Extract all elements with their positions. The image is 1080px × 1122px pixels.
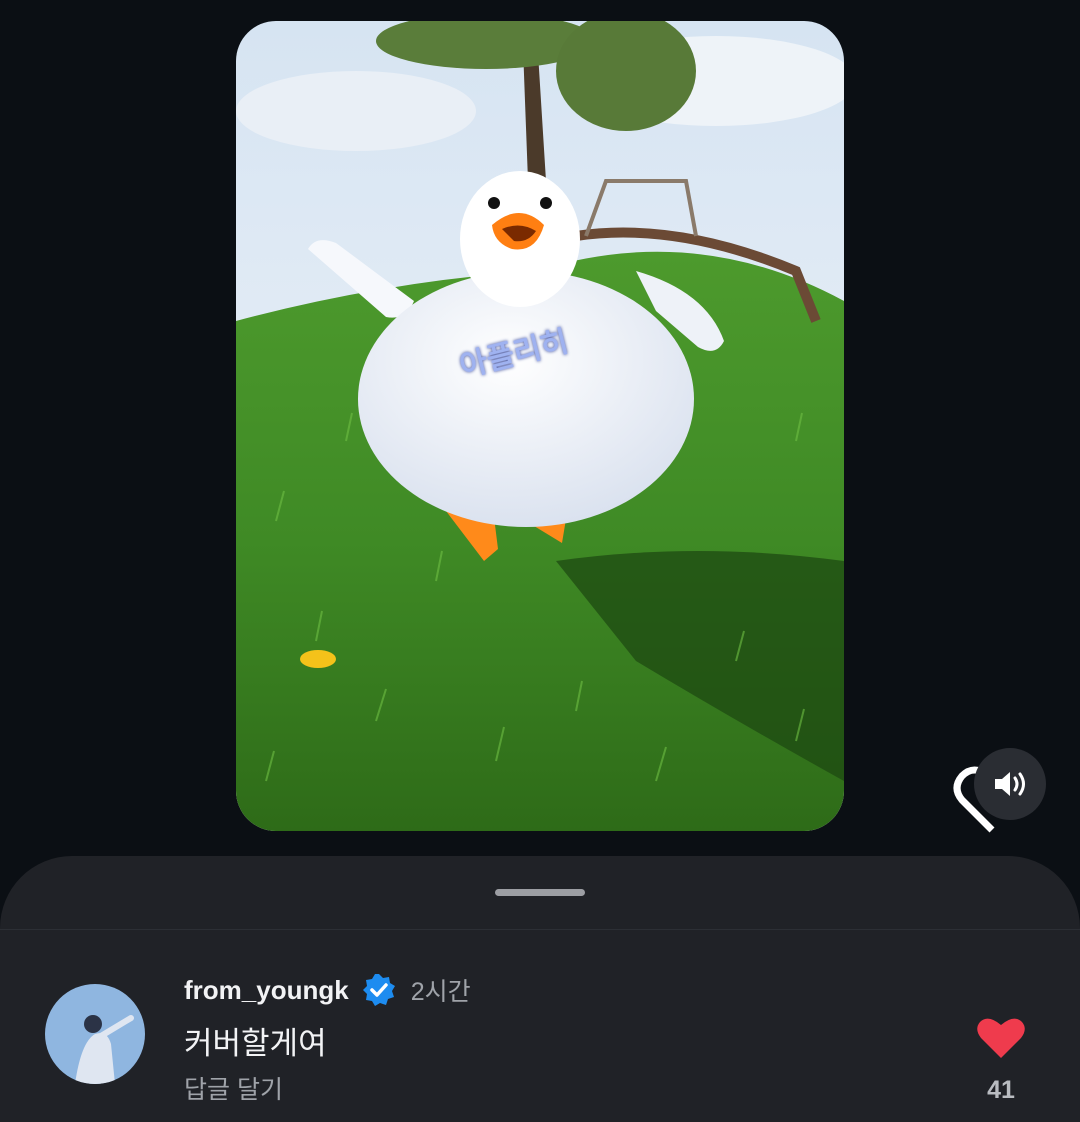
mute-toggle-button[interactable] bbox=[974, 748, 1046, 820]
comment-username[interactable]: from_youngk bbox=[184, 975, 349, 1006]
video-frame bbox=[236, 21, 844, 831]
comment-time: 2시간 bbox=[410, 978, 471, 1006]
like-count: 41 bbox=[987, 1076, 1015, 1104]
comment-header: from_youngk 2시간 bbox=[184, 972, 471, 1008]
comments-sheet: from_youngk 2시간 커버할게여 답글 달기 41 bbox=[0, 856, 1080, 1122]
speaker-icon bbox=[995, 772, 1025, 796]
reply-button[interactable]: 답글 달기 bbox=[184, 1070, 283, 1106]
comment-text: 커버할게여 bbox=[184, 1026, 327, 1061]
video-player[interactable]: 아플리히 bbox=[236, 21, 844, 831]
avatar[interactable] bbox=[45, 984, 145, 1084]
sheet-divider bbox=[0, 929, 1080, 930]
verified-badge-icon bbox=[362, 974, 395, 1006]
avatar-image bbox=[45, 984, 145, 1084]
heart-filled-icon[interactable] bbox=[976, 1016, 1026, 1060]
sheet-drag-handle[interactable] bbox=[495, 889, 585, 896]
